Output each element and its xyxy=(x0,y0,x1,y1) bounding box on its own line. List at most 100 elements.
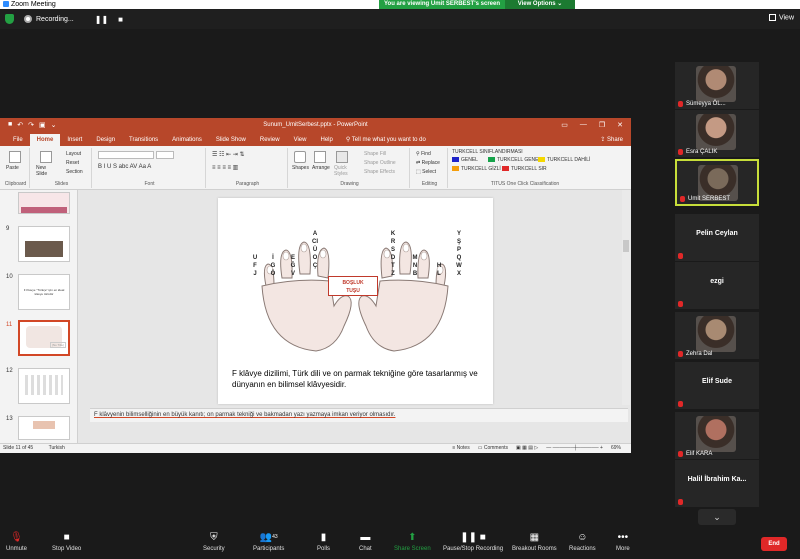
muted-mic-icon xyxy=(680,196,685,202)
participant-video xyxy=(696,416,736,452)
arrange-label[interactable]: Arrange xyxy=(312,165,330,171)
tab-design[interactable]: Design xyxy=(89,134,122,146)
meeting-topbar: Recording... ❚❚ ■ View xyxy=(0,9,800,29)
current-slide[interactable]: BOŞLUK TUŞU F klâvye dizilimi, Türk dili… xyxy=(218,198,493,404)
shared-screen-powerpoint[interactable]: ■ ↶ ↷ ▣ ⌄ Sunum_UmitSerbest.pptx - Power… xyxy=(0,118,631,453)
quick-styles-label[interactable]: Quick Styles xyxy=(334,165,352,177)
slide-thumb-11[interactable]: (No Title) xyxy=(18,320,70,356)
participant-tile[interactable]: Elif KARA xyxy=(675,412,759,459)
participant-tile[interactable]: Elif Sude xyxy=(675,362,759,409)
share-screen-button[interactable]: ⬆ Share Screen xyxy=(394,532,431,552)
tab-view[interactable]: View xyxy=(287,134,314,146)
select-button[interactable]: ⬚ Select xyxy=(416,169,436,175)
close-icon[interactable]: ✕ xyxy=(617,121,623,129)
tab-home[interactable]: Home xyxy=(29,134,61,146)
section-button[interactable]: Section xyxy=(66,169,83,175)
scroll-down-chevron-icon[interactable]: ⌄ xyxy=(698,509,736,525)
pause-recording-button[interactable]: ❚❚ ■ Pause/Stop Recording xyxy=(443,532,503,552)
shape-outline-button[interactable]: Shape Outline xyxy=(364,160,396,166)
tab-insert[interactable]: Insert xyxy=(60,134,89,146)
unmute-button[interactable]: 🎙 Unmute xyxy=(6,532,27,552)
notes-pane[interactable]: F klâvyenin bilimselliğinin en büyük kan… xyxy=(90,408,628,422)
participant-tile[interactable]: Esra ÇALIK xyxy=(675,110,759,157)
reactions-button[interactable]: ☺ Reactions xyxy=(569,532,596,552)
more-button[interactable]: ••• More xyxy=(616,532,630,552)
tab-file[interactable]: File xyxy=(6,134,30,146)
tell-me-search[interactable]: ⚲ Tell me what you want to do xyxy=(340,134,426,146)
share-button[interactable]: ⇪ Share xyxy=(600,134,631,146)
tab-help[interactable]: Help xyxy=(313,134,339,146)
zoom-level[interactable]: 69% xyxy=(611,444,621,453)
arrange-icon[interactable] xyxy=(314,151,326,163)
comments-toggle[interactable]: ▭ Comments xyxy=(478,444,508,453)
reset-button[interactable]: Reset xyxy=(66,160,79,166)
participant-video xyxy=(696,66,736,102)
encryption-shield-icon[interactable] xyxy=(5,14,14,24)
participant-tile[interactable]: Pelin Ceylan xyxy=(675,214,759,261)
replace-button[interactable]: ⇄ Replace xyxy=(416,160,440,166)
shapes-label[interactable]: Shapes xyxy=(292,165,309,171)
view-button[interactable]: View xyxy=(768,14,794,21)
font-size-select[interactable] xyxy=(156,151,174,159)
left-finger-column: UFJ xyxy=(252,255,258,277)
tab-review[interactable]: Review xyxy=(253,134,287,146)
paste-icon[interactable] xyxy=(9,151,21,163)
participant-video xyxy=(696,316,736,352)
class-turkcell-gizli[interactable]: TURKCELL GİZLİ xyxy=(452,166,501,172)
slide-thumb-10[interactable]: F Klavye "Türkçe" için en ideal klavye t… xyxy=(18,274,70,310)
participant-tile[interactable]: Umit SERBEST xyxy=(675,159,759,206)
participant-tile[interactable]: ezgi xyxy=(675,262,759,309)
slide-thumb-8[interactable] xyxy=(18,192,70,214)
breakout-rooms-button[interactable]: ▦ Breakout Rooms xyxy=(512,532,557,552)
class-genel[interactable]: GENEL xyxy=(452,157,478,163)
class-turkcell-sir[interactable]: TURKCELL SIR xyxy=(502,166,547,172)
view-options-button[interactable]: View Options ⌄ xyxy=(505,0,575,9)
align-buttons[interactable]: ≡ ≡ ≡ ≡ ▥ xyxy=(212,164,238,171)
new-slide-label[interactable]: New Slide xyxy=(36,165,58,177)
font-name-select[interactable] xyxy=(98,151,154,159)
chat-button[interactable]: ▬ Chat xyxy=(359,532,372,552)
participant-tile[interactable]: Zehra Dal xyxy=(675,312,759,359)
find-button[interactable]: ⚲ Find xyxy=(416,151,431,157)
zoom-slider[interactable]: — ──────┼────── + xyxy=(546,444,603,453)
security-button[interactable]: ⛨ Security xyxy=(203,532,225,552)
stop-video-button[interactable]: ■ Stop Video xyxy=(52,532,81,552)
notes-toggle[interactable]: ≡ Notes xyxy=(452,444,469,453)
ribbon-display-icon[interactable]: ▭ xyxy=(561,121,568,129)
participant-name: Zehra Dal xyxy=(686,351,713,357)
group-clipboard: Paste Clipboard xyxy=(2,148,30,188)
tab-slide-show[interactable]: Slide Show xyxy=(209,134,253,146)
tab-transitions[interactable]: Transitions xyxy=(122,134,165,146)
restore-icon[interactable]: ❐ xyxy=(599,121,605,129)
participant-tile[interactable]: Sümeyya ÖL... xyxy=(675,62,759,109)
class-turkcell-dahili[interactable]: TURKCELL DAHİLİ xyxy=(538,157,590,163)
minimize-icon[interactable]: — xyxy=(580,121,587,129)
pause-recording-icon[interactable]: ❚❚ xyxy=(92,15,111,24)
end-meeting-button[interactable]: End xyxy=(761,537,787,551)
left-finger-column: İGÖ xyxy=(270,255,276,277)
font-format-buttons[interactable]: B I U S abc AV Aa A xyxy=(98,164,151,170)
quick-styles-icon[interactable] xyxy=(336,151,348,163)
list-buttons[interactable]: ☰ ☷ ⇤ ⇥ ⇅ xyxy=(212,151,245,158)
tab-animations[interactable]: Animations xyxy=(165,134,209,146)
chat-label: Chat xyxy=(359,546,372,552)
slide-scrollbar[interactable] xyxy=(622,190,630,405)
slide-thumb-13[interactable] xyxy=(18,416,70,440)
ppt-titlebar: ■ ↶ ↷ ▣ ⌄ Sunum_UmitSerbest.pptx - Power… xyxy=(0,118,631,132)
new-slide-icon[interactable] xyxy=(40,151,52,163)
slide-thumb-12[interactable] xyxy=(18,368,70,404)
polls-button[interactable]: ▮ Polls xyxy=(317,532,330,552)
layout-button[interactable]: Layout xyxy=(66,151,81,157)
slide-number-13: 13 xyxy=(6,416,13,422)
shapes-icon[interactable] xyxy=(294,151,306,163)
stop-recording-icon[interactable]: ■ xyxy=(115,15,126,24)
participants-button[interactable]: 👥43 Participants xyxy=(253,532,284,552)
class-turkcell-genel[interactable]: TURKCELL GENEL xyxy=(488,157,541,163)
shape-effects-button[interactable]: Shape Effects xyxy=(364,169,395,175)
paste-label[interactable]: Paste xyxy=(6,165,19,171)
shape-fill-button[interactable]: Shape Fill xyxy=(364,151,386,157)
slide-thumb-9[interactable] xyxy=(18,226,70,262)
replace-label: Replace xyxy=(421,160,440,166)
participant-tile[interactable]: Halil İbrahim Ka... xyxy=(675,460,759,507)
view-buttons[interactable]: ▣ ▦ ▤ ▷ xyxy=(516,444,538,453)
